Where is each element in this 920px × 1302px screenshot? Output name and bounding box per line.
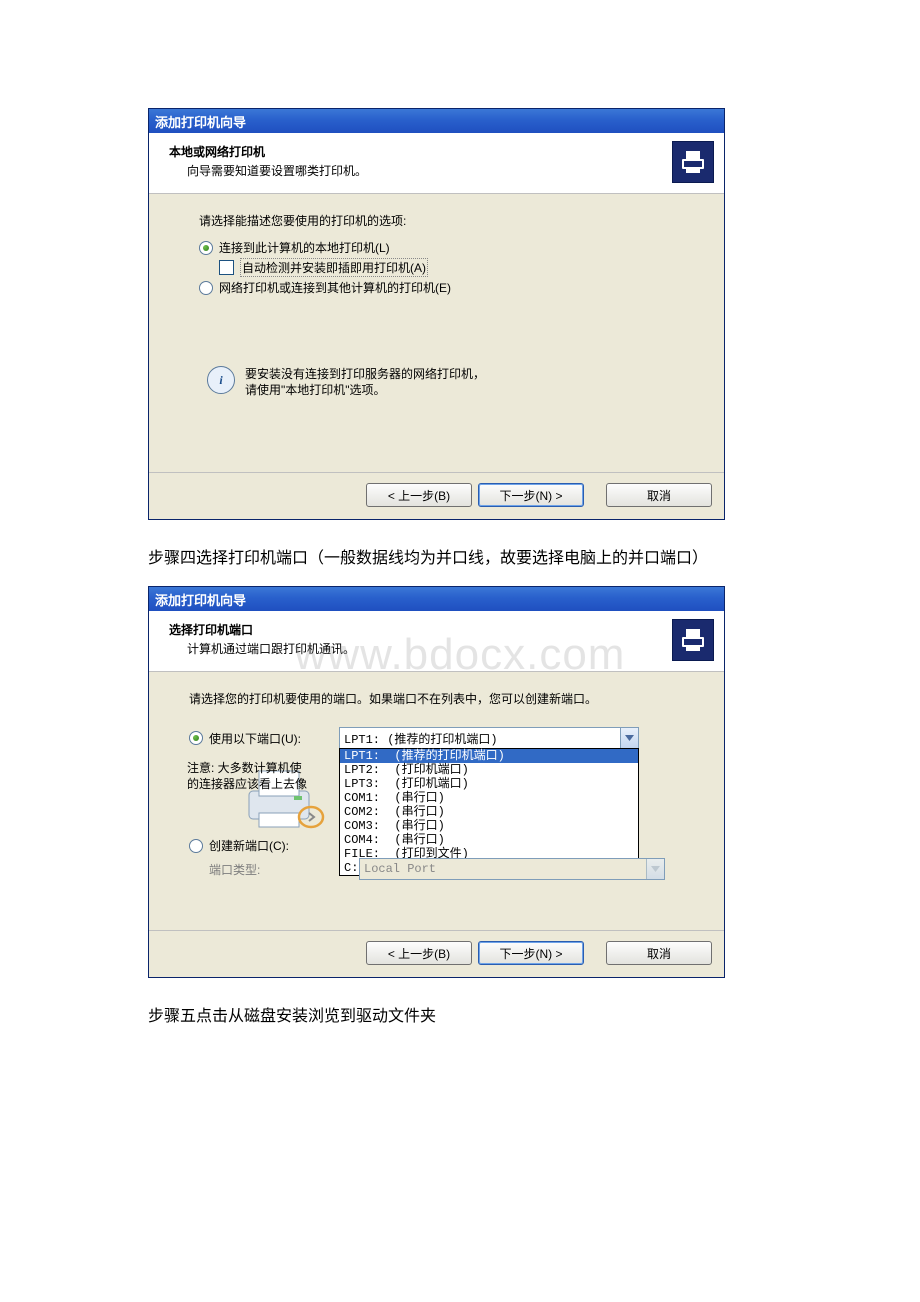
chevron-down-icon	[620, 728, 638, 748]
header-1: 本地或网络打印机 向导需要知道要设置哪类打印机。	[149, 133, 724, 194]
port-type-label: 端口类型:	[189, 861, 359, 878]
radio-icon	[189, 731, 203, 745]
back-button[interactable]: < 上一步(B)	[366, 941, 472, 965]
title-text: 添加打印机向导	[155, 112, 246, 131]
header-title-2: 选择打印机端口	[169, 621, 355, 638]
wizard-1: 添加打印机向导 本地或网络打印机 向导需要知道要设置哪类打印机。 请选择能描述您…	[148, 108, 725, 520]
back-button[interactable]: < 上一步(B)	[366, 483, 472, 507]
header-title-1: 本地或网络打印机	[169, 143, 367, 160]
port-type-value: Local Port	[364, 862, 436, 876]
radio-local[interactable]: 连接到此计算机的本地打印机(L)	[199, 239, 694, 256]
radio-local-label: 连接到此计算机的本地打印机(L)	[219, 239, 390, 256]
dropdown-item[interactable]: LPT1: (推荐的打印机端口)	[340, 749, 638, 763]
header-sub-2: 计算机通过端口跟打印机通讯。	[187, 640, 355, 657]
dropdown-item[interactable]: LPT3: (打印机端口)	[340, 777, 638, 791]
radio-use-label: 使用以下端口(U):	[209, 730, 301, 747]
dropdown-item[interactable]: COM1: (串行口)	[340, 791, 638, 805]
port-combo-value: LPT1: (推荐的打印机端口)	[344, 730, 498, 747]
radio-use-port[interactable]: 使用以下端口(U):	[189, 730, 339, 747]
footer-2: < 上一步(B) 下一步(N) > 取消	[149, 930, 724, 977]
printer-icon	[672, 141, 714, 183]
dropdown-item[interactable]: COM3: (串行口)	[340, 819, 638, 833]
cancel-button[interactable]: 取消	[606, 483, 712, 507]
dropdown-item[interactable]: LPT2: (打印机端口)	[340, 763, 638, 777]
note-line-2: 的连接器应该看上去像	[187, 777, 337, 793]
titlebar-1: 添加打印机向导	[149, 109, 724, 133]
radio-icon	[199, 241, 213, 255]
wizard-2: 添加打印机向导 选择打印机端口 计算机通过端口跟打印机通讯。 请选择您的打印机要…	[148, 586, 725, 978]
checkbox-icon	[219, 260, 234, 275]
title-text-2: 添加打印机向导	[155, 590, 246, 609]
printer-icon	[672, 619, 714, 661]
caption-step-4: 步骤四选择打印机端口（一般数据线均为并口线，故要选择电脑上的并口端口）	[148, 544, 768, 568]
prompt-2: 请选择您的打印机要使用的端口。如果端口不在列表中，您可以创建新端口。	[189, 690, 694, 707]
info-line-2: 请使用"本地打印机"选项。	[245, 382, 485, 398]
note-line-1: 注意: 大多数计算机使	[187, 761, 337, 777]
checkbox-autodetect[interactable]: 自动检测并安装即插即用打印机(A)	[219, 258, 694, 277]
chevron-down-icon	[646, 859, 664, 879]
footer-1: < 上一步(B) 下一步(N) > 取消	[149, 472, 724, 519]
port-dropdown-list[interactable]: LPT1: (推荐的打印机端口)LPT2: (打印机端口)LPT3: (打印机端…	[339, 748, 639, 876]
prompt-1: 请选择能描述您要使用的打印机的选项:	[199, 212, 694, 229]
radio-icon	[199, 281, 213, 295]
next-button[interactable]: 下一步(N) >	[478, 483, 584, 507]
port-combo[interactable]: LPT1: (推荐的打印机端口)	[339, 727, 639, 749]
radio-network[interactable]: 网络打印机或连接到其他计算机的打印机(E)	[199, 279, 694, 296]
cancel-button[interactable]: 取消	[606, 941, 712, 965]
info-note: i 要安装没有连接到打印服务器的网络打印机， 请使用"本地打印机"选项。	[207, 366, 694, 398]
titlebar-2: 添加打印机向导	[149, 587, 724, 611]
radio-create-label: 创建新端口(C):	[209, 837, 289, 854]
radio-network-label: 网络打印机或连接到其他计算机的打印机(E)	[219, 279, 451, 296]
next-button[interactable]: 下一步(N) >	[478, 941, 584, 965]
caption-step-5: 步骤五点击从磁盘安装浏览到驱动文件夹	[148, 1002, 768, 1026]
checkbox-label: 自动检测并安装即插即用打印机(A)	[240, 258, 428, 277]
radio-create-port[interactable]: 创建新端口(C):	[189, 837, 339, 854]
header-sub-1: 向导需要知道要设置哪类打印机。	[187, 162, 367, 179]
header-2: 选择打印机端口 计算机通过端口跟打印机通讯。	[149, 611, 724, 672]
info-line-1: 要安装没有连接到打印服务器的网络打印机，	[245, 366, 485, 382]
dropdown-item[interactable]: COM2: (串行口)	[340, 805, 638, 819]
dropdown-item[interactable]: COM4: (串行口)	[340, 833, 638, 847]
info-icon: i	[207, 366, 235, 394]
radio-icon	[189, 839, 203, 853]
port-type-combo: Local Port	[359, 858, 665, 880]
